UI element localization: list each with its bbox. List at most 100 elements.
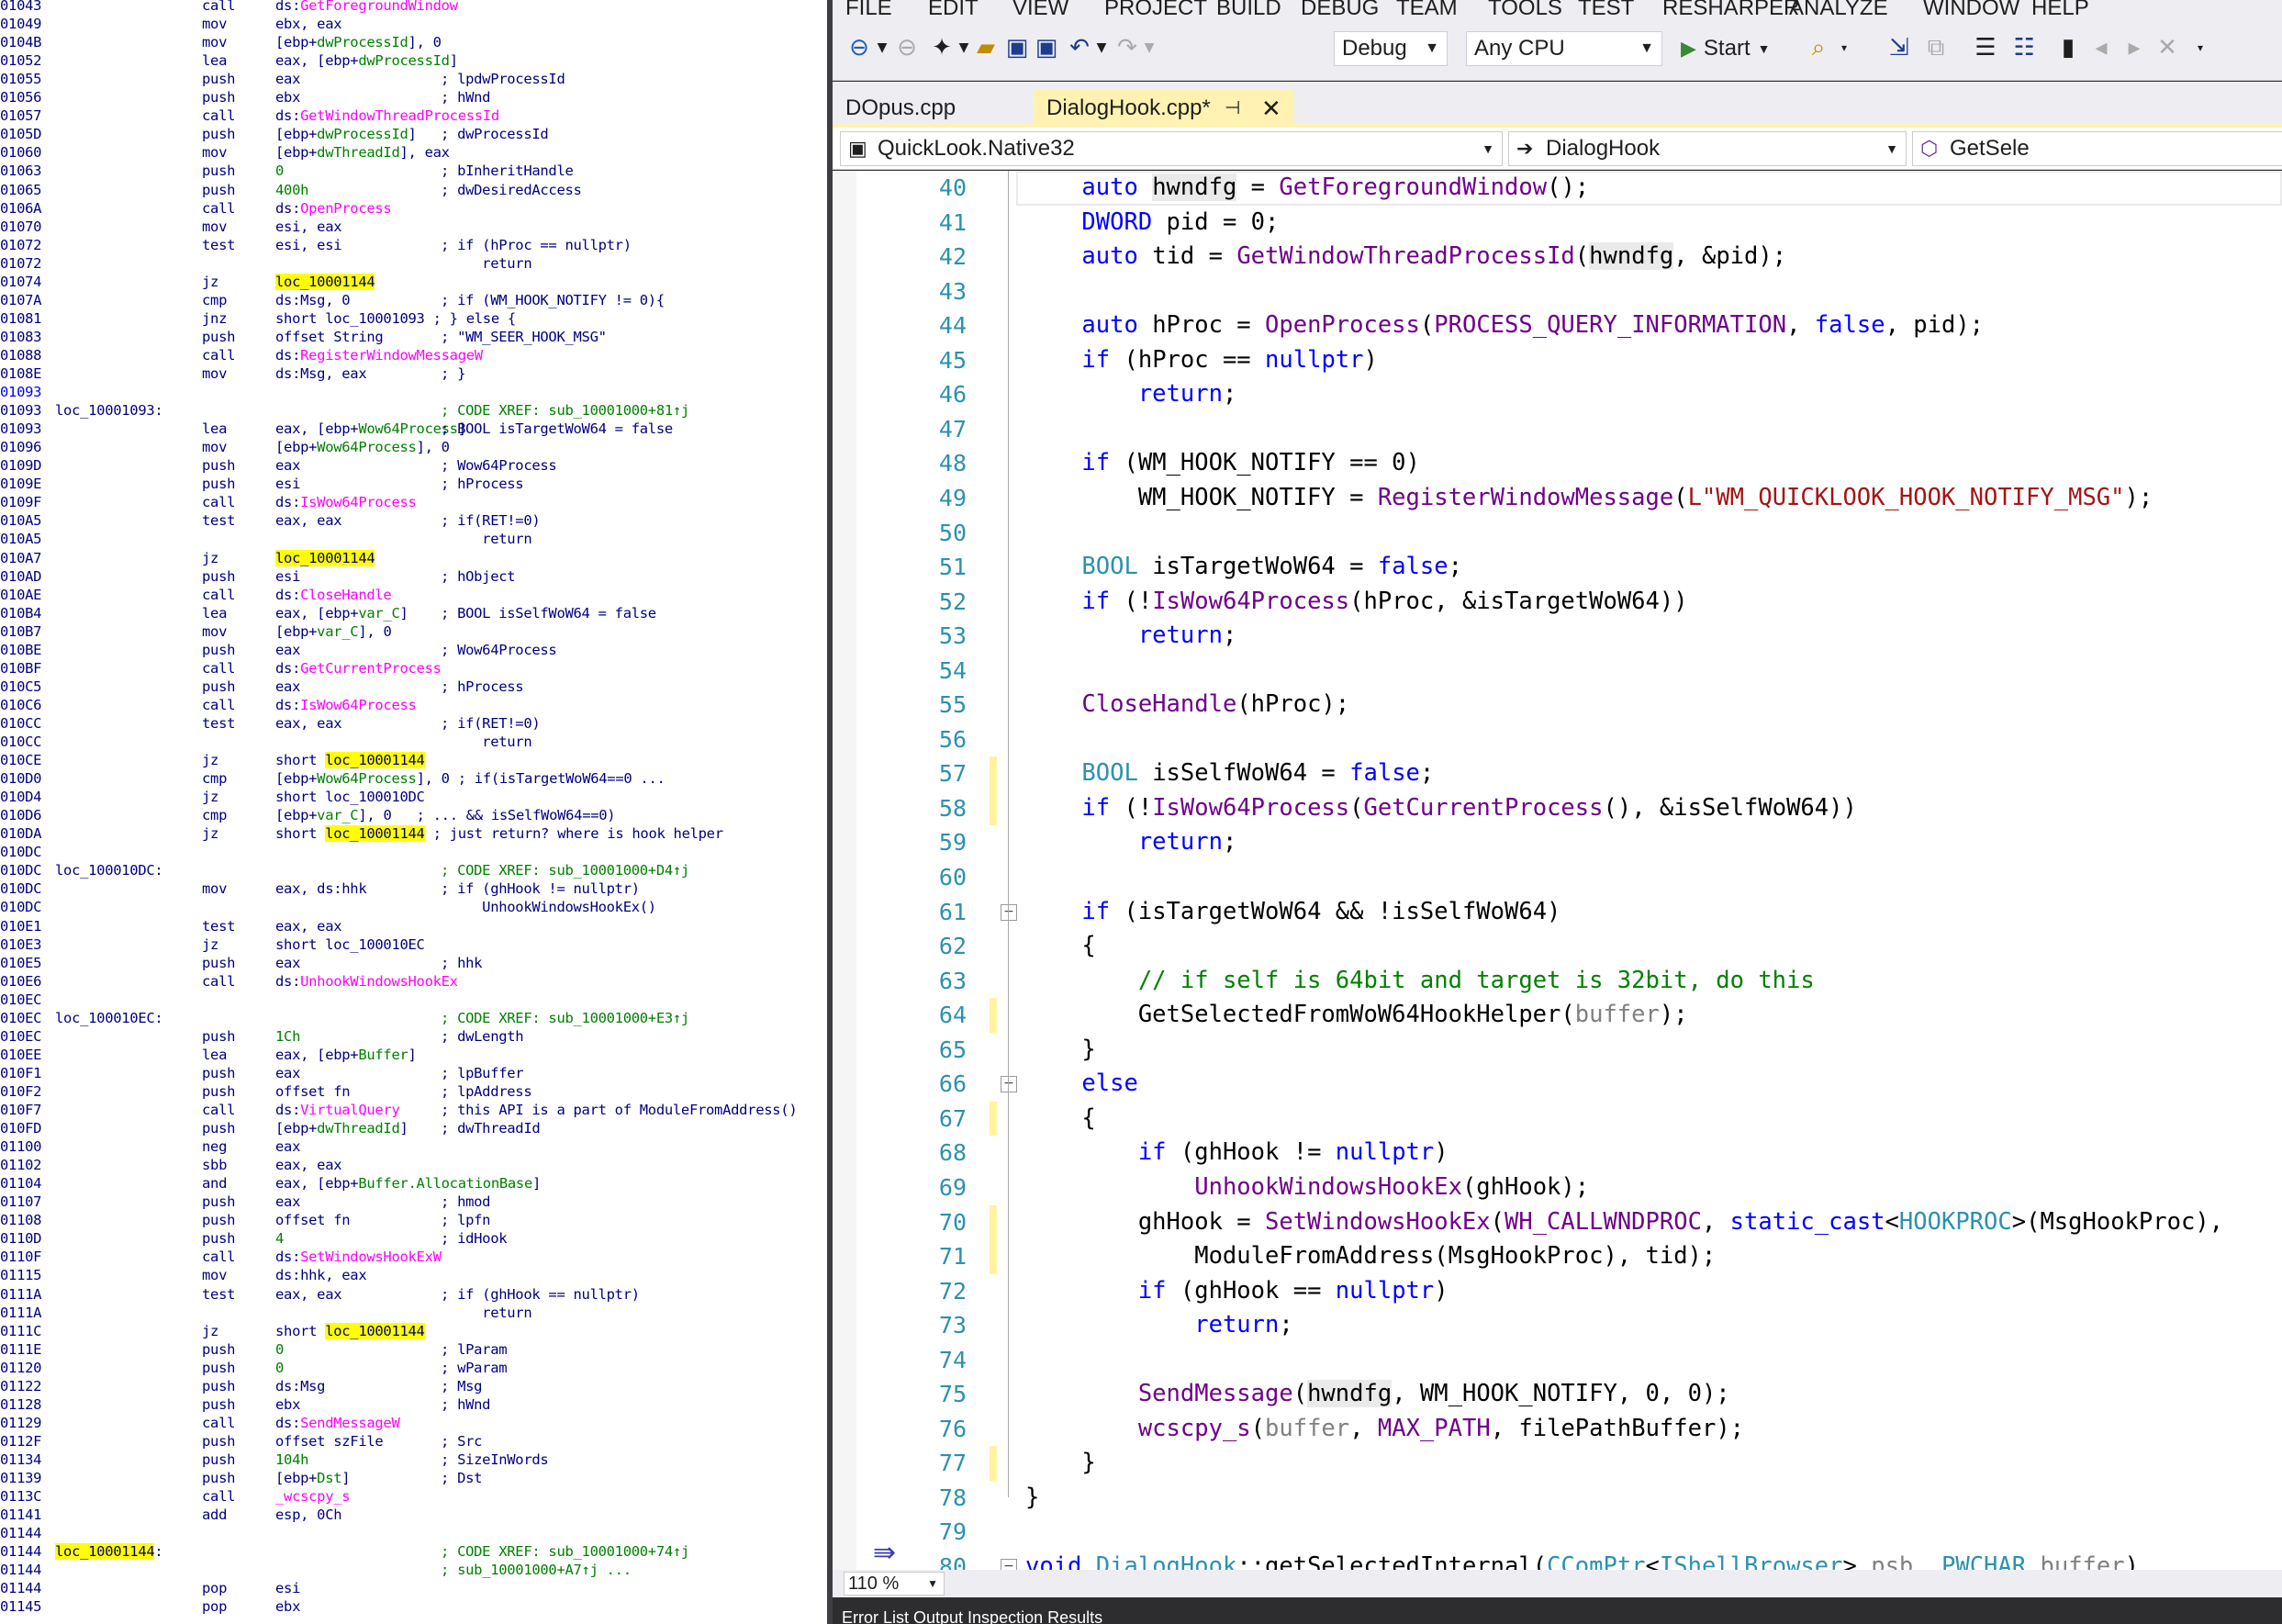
forward-icon[interactable]: ⊖ [893,33,921,62]
disasm-row[interactable]: 010B4 lea eax, [ebp+var_C] ; BOOL isSelfWoW… [0,604,827,622]
platform-select[interactable]: Any CPU ▼ [1466,31,1662,66]
disasm-row[interactable]: 010AE call ds:CloseHandle [0,586,827,604]
undo-icon[interactable]: ↶ [1066,33,1093,62]
menu-analyze[interactable]: ANALYZE [1789,0,1888,20]
disasm-row[interactable]: 0110F call ds:SetWindowsHookExW [0,1248,827,1266]
disasm-row[interactable]: 0109D push eax ; Wow64Process [0,456,827,475]
disasm-row[interactable]: 010A5 test eax, eax ; if(RET!=0) [0,511,827,530]
disasm-row[interactable]: 01102 sbb eax, eax [0,1156,827,1174]
disasm-row[interactable]: 01093 [0,383,827,401]
disasm-row[interactable]: 0111A return [0,1304,827,1322]
disasm-row[interactable]: 010E6 call ds:UnhookWindowsHookEx [0,972,827,991]
disasm-row[interactable]: 010DC loc_100010DC: ; CODE XREF: sub_10001… [0,861,827,879]
back-icon[interactable]: ⊖ [845,33,873,62]
disasm-row[interactable]: 010EE lea eax, [ebp+Buffer] [0,1046,827,1064]
disasm-row[interactable]: 01056 push ebx ; hWnd [0,88,827,106]
start-button[interactable]: ▶ Start ▼ [1681,31,1770,66]
disasm-row[interactable]: 010A5 return [0,530,827,548]
disasm-row[interactable]: 0111E push 0 ; lParam [0,1340,827,1359]
code-line[interactable]: void DialogHook::getSelectedInternal(CCo… [1025,1550,2139,1570]
disasm-row[interactable]: 0108E mov ds:Msg, eax ; } [0,364,827,383]
uncomment-icon[interactable]: ☷ [2009,33,2039,62]
undo-dropdown-icon[interactable]: ▼ [1093,33,1110,62]
disasm-row[interactable]: 01052 lea eax, [ebp+dwProcessId] [0,51,827,70]
code-line[interactable]: return; [1025,377,1236,412]
bookmark-icon[interactable]: ▮ [2053,33,2083,62]
code-line[interactable]: BOOL isTargetWoW64 = false; [1025,550,1462,585]
comment-icon[interactable]: ☰ [1971,33,2000,62]
new-dropdown-icon[interactable]: ▼ [956,33,972,62]
disasm-row[interactable]: 01144 ; sub_10001000+A7↑j ... [0,1561,827,1579]
disasm-row[interactable]: 01093 loc_10001093: ; CODE XREF: sub_10001… [0,401,827,420]
disasm-row[interactable]: 010DC [0,843,827,861]
code-line[interactable]: return; [1025,619,1236,654]
code-line[interactable]: { [1025,929,1095,964]
code-line[interactable]: SendMessage(hwndfg, WM_HOOK_NOTIFY, 0, 0… [1025,1377,1730,1412]
menu-file[interactable]: FILE [845,0,892,20]
disasm-row[interactable]: 01093 lea eax, [ebp+Wow64Process]; BOOL is… [0,420,827,438]
disasm-row[interactable]: 010CC test eax, eax ; if(RET!=0) [0,714,827,733]
next-bookmark-icon[interactable]: ▸ [2120,33,2149,62]
fold-toggle-icon[interactable]: − [1001,903,1017,921]
new-project-icon[interactable]: ✦ [928,33,956,62]
disasm-row[interactable]: 0107A cmp ds:Msg, 0 ; if (WM_HOOK_NOTIFY !=… [0,291,827,309]
disasm-row[interactable]: 0110D push 4 ; idHook [0,1229,827,1248]
disasm-row[interactable]: 01144 [0,1524,827,1542]
disasm-row[interactable]: 01145 pop ebx [0,1597,827,1616]
fold-toggle-icon[interactable]: − [1001,1076,1017,1093]
disasm-row[interactable]: 010DA jz short loc_10001144 ; just return?… [0,824,827,843]
disasm-row[interactable]: 0104B mov [ebp+dwProcessId], 0 [0,33,827,51]
code-line[interactable]: } [1025,1446,1095,1481]
code-editor[interactable]: 40 auto hwndfg = GetForegroundWindow(); 4… [833,171,2282,1570]
disasm-row[interactable]: 01108 push offset fn ; lpfn [0,1211,827,1229]
disasm-row[interactable]: 0113C call _wcscpy_s [0,1487,827,1506]
disasm-row[interactable]: 0111C jz short loc_10001144 [0,1322,827,1340]
disasm-row[interactable]: 0109E push esi ; hProcess [0,475,827,493]
fold-toggle-icon[interactable]: − [1001,1559,1017,1570]
disasm-row[interactable]: 010F2 push offset fn ; lpAddress [0,1082,827,1101]
toolbar-overflow-icon[interactable]: ▾ [1837,33,1851,62]
compare-icon[interactable]: ⧉ [1921,33,1951,62]
code-line[interactable]: // if self is 64bit and target is 32bit,… [1025,964,1815,999]
menu-edit[interactable]: EDIT [928,0,979,20]
code-line[interactable]: UnhookWindowsHookEx(ghHook); [1025,1170,1589,1205]
find-in-files-icon[interactable]: ⌕ [1804,33,1833,62]
disasm-row[interactable]: 01144 pop esi [0,1579,827,1597]
disasm-row[interactable]: 01072 return [0,254,827,273]
disasm-row[interactable]: 010EC push 1Ch ; dwLength [0,1027,827,1046]
code-line[interactable]: } [1025,1033,1095,1068]
code-line[interactable]: DWORD pid = 0; [1025,206,1279,241]
disasm-row[interactable]: 010DC mov eax, ds:hhk ; if (ghHook != nullp… [0,879,827,898]
menu-resharper[interactable]: RESHARPER [1662,0,1799,20]
code-line[interactable]: } [1025,1481,1039,1516]
disasm-row[interactable]: 0105D push [ebp+dwProcessId] ; dwProcessId [0,125,827,143]
save-icon[interactable]: ▣ [1003,33,1031,62]
disasm-row[interactable]: 01104 and eax, [ebp+Buffer.AllocationBase] [0,1174,827,1193]
disasm-row[interactable]: 010E5 push eax ; hhk [0,954,827,972]
code-line[interactable]: if (ghHook == nullptr) [1025,1274,1449,1309]
menu-team[interactable]: TEAM [1396,0,1458,20]
disasm-row[interactable]: 010C5 push eax ; hProcess [0,678,827,696]
disasm-row[interactable]: 01115 mov ds:hhk, eax [0,1266,827,1284]
prev-bookmark-icon[interactable]: ◂ [2086,33,2116,62]
redo-dropdown-icon[interactable]: ▼ [1141,33,1158,62]
menu-project[interactable]: PROJECT [1104,0,1207,20]
code-line[interactable]: auto hProc = OpenProcess(PROCESS_QUERY_I… [1025,308,1984,343]
disasm-row[interactable]: 0109F call ds:IsWow64Process [0,493,827,511]
disasm-row[interactable]: 01070 mov esi, eax [0,218,827,236]
disasm-row[interactable]: 01043 call ds:GetForegroundWindow [0,0,827,15]
project-select[interactable]: ▣ QuickLook.Native32 ▼ [840,131,1503,166]
disasm-row[interactable]: 01081 jnz short loc_10001093 ; } else { [0,309,827,328]
code-line[interactable]: return; [1025,825,1236,860]
disasm-row[interactable]: 010DC UnhookWindowsHookEx() [0,898,827,916]
disasm-row[interactable]: 010BE push eax ; Wow64Process [0,641,827,659]
scope-select[interactable]: ➔ DialogHook ▼ [1508,131,1907,166]
disasm-row[interactable]: 010E1 test eax, eax [0,917,827,935]
open-file-icon[interactable]: ▰ [972,33,1000,62]
code-line[interactable]: if (!IsWow64Process(hProc, &isTargetWoW6… [1025,585,1687,620]
menu-debug[interactable]: DEBUG [1301,0,1379,20]
disasm-row[interactable]: 0112F push offset szFile ; Src [0,1432,827,1450]
code-line[interactable]: if (WM_HOOK_NOTIFY == 0) [1025,446,1419,481]
tab-dopus-cpp[interactable]: DOpus.cpp [833,89,1031,128]
disasm-row[interactable]: 01057 call ds:GetWindowThreadProcessId [0,106,827,125]
